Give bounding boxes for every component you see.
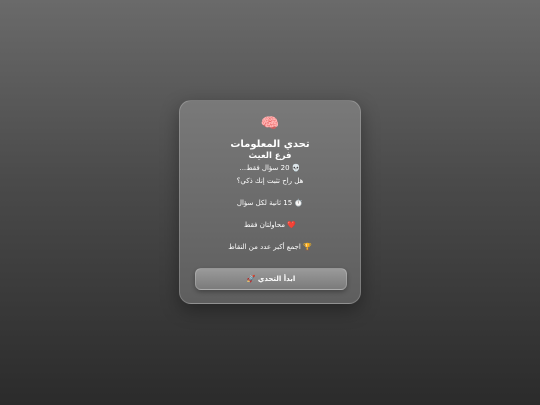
heart-icon: ❤️	[287, 221, 296, 229]
skull-icon: 💀	[291, 164, 301, 172]
rule-text: اجمع أكبر عدد من النقاط	[228, 243, 301, 251]
rule-challenge-question: هل راح تثبت إنك ذكي؟	[180, 176, 360, 186]
timer-icon: ⏱️	[294, 199, 304, 207]
game-title: تحدي المعلومات	[230, 139, 310, 150]
rule-score: 🏆 اجمع أكبر عدد من النقاط	[180, 242, 360, 252]
rule-text: محاولتان فقط	[243, 221, 286, 229]
rule-question-count: 💀 20 سؤال فقط...	[180, 163, 360, 173]
rule-text: 15 ثانية لكل سؤال	[236, 199, 293, 207]
intro-card: 🧠 تحدي المعلومات فرع العيث 💀 20 سؤال فقط…	[179, 100, 361, 304]
rule-text: هل راح تثبت إنك ذكي؟	[236, 177, 304, 185]
rule-time-limit: ⏱️ 15 ثانية لكل سؤال	[180, 198, 360, 208]
brain-icon: 🧠	[260, 114, 280, 132]
rule-attempts: ❤️ محاولتان فقط	[180, 220, 360, 230]
rule-text: 20 سؤال فقط...	[239, 164, 290, 172]
rocket-icon: 🚀	[246, 275, 256, 283]
game-subtitle: فرع العيث	[248, 151, 292, 161]
trophy-icon: 🏆	[303, 243, 312, 251]
start-challenge-button[interactable]: ابدأ التحدي 🚀	[195, 268, 347, 290]
start-button-label: ابدأ التحدي	[257, 275, 296, 283]
